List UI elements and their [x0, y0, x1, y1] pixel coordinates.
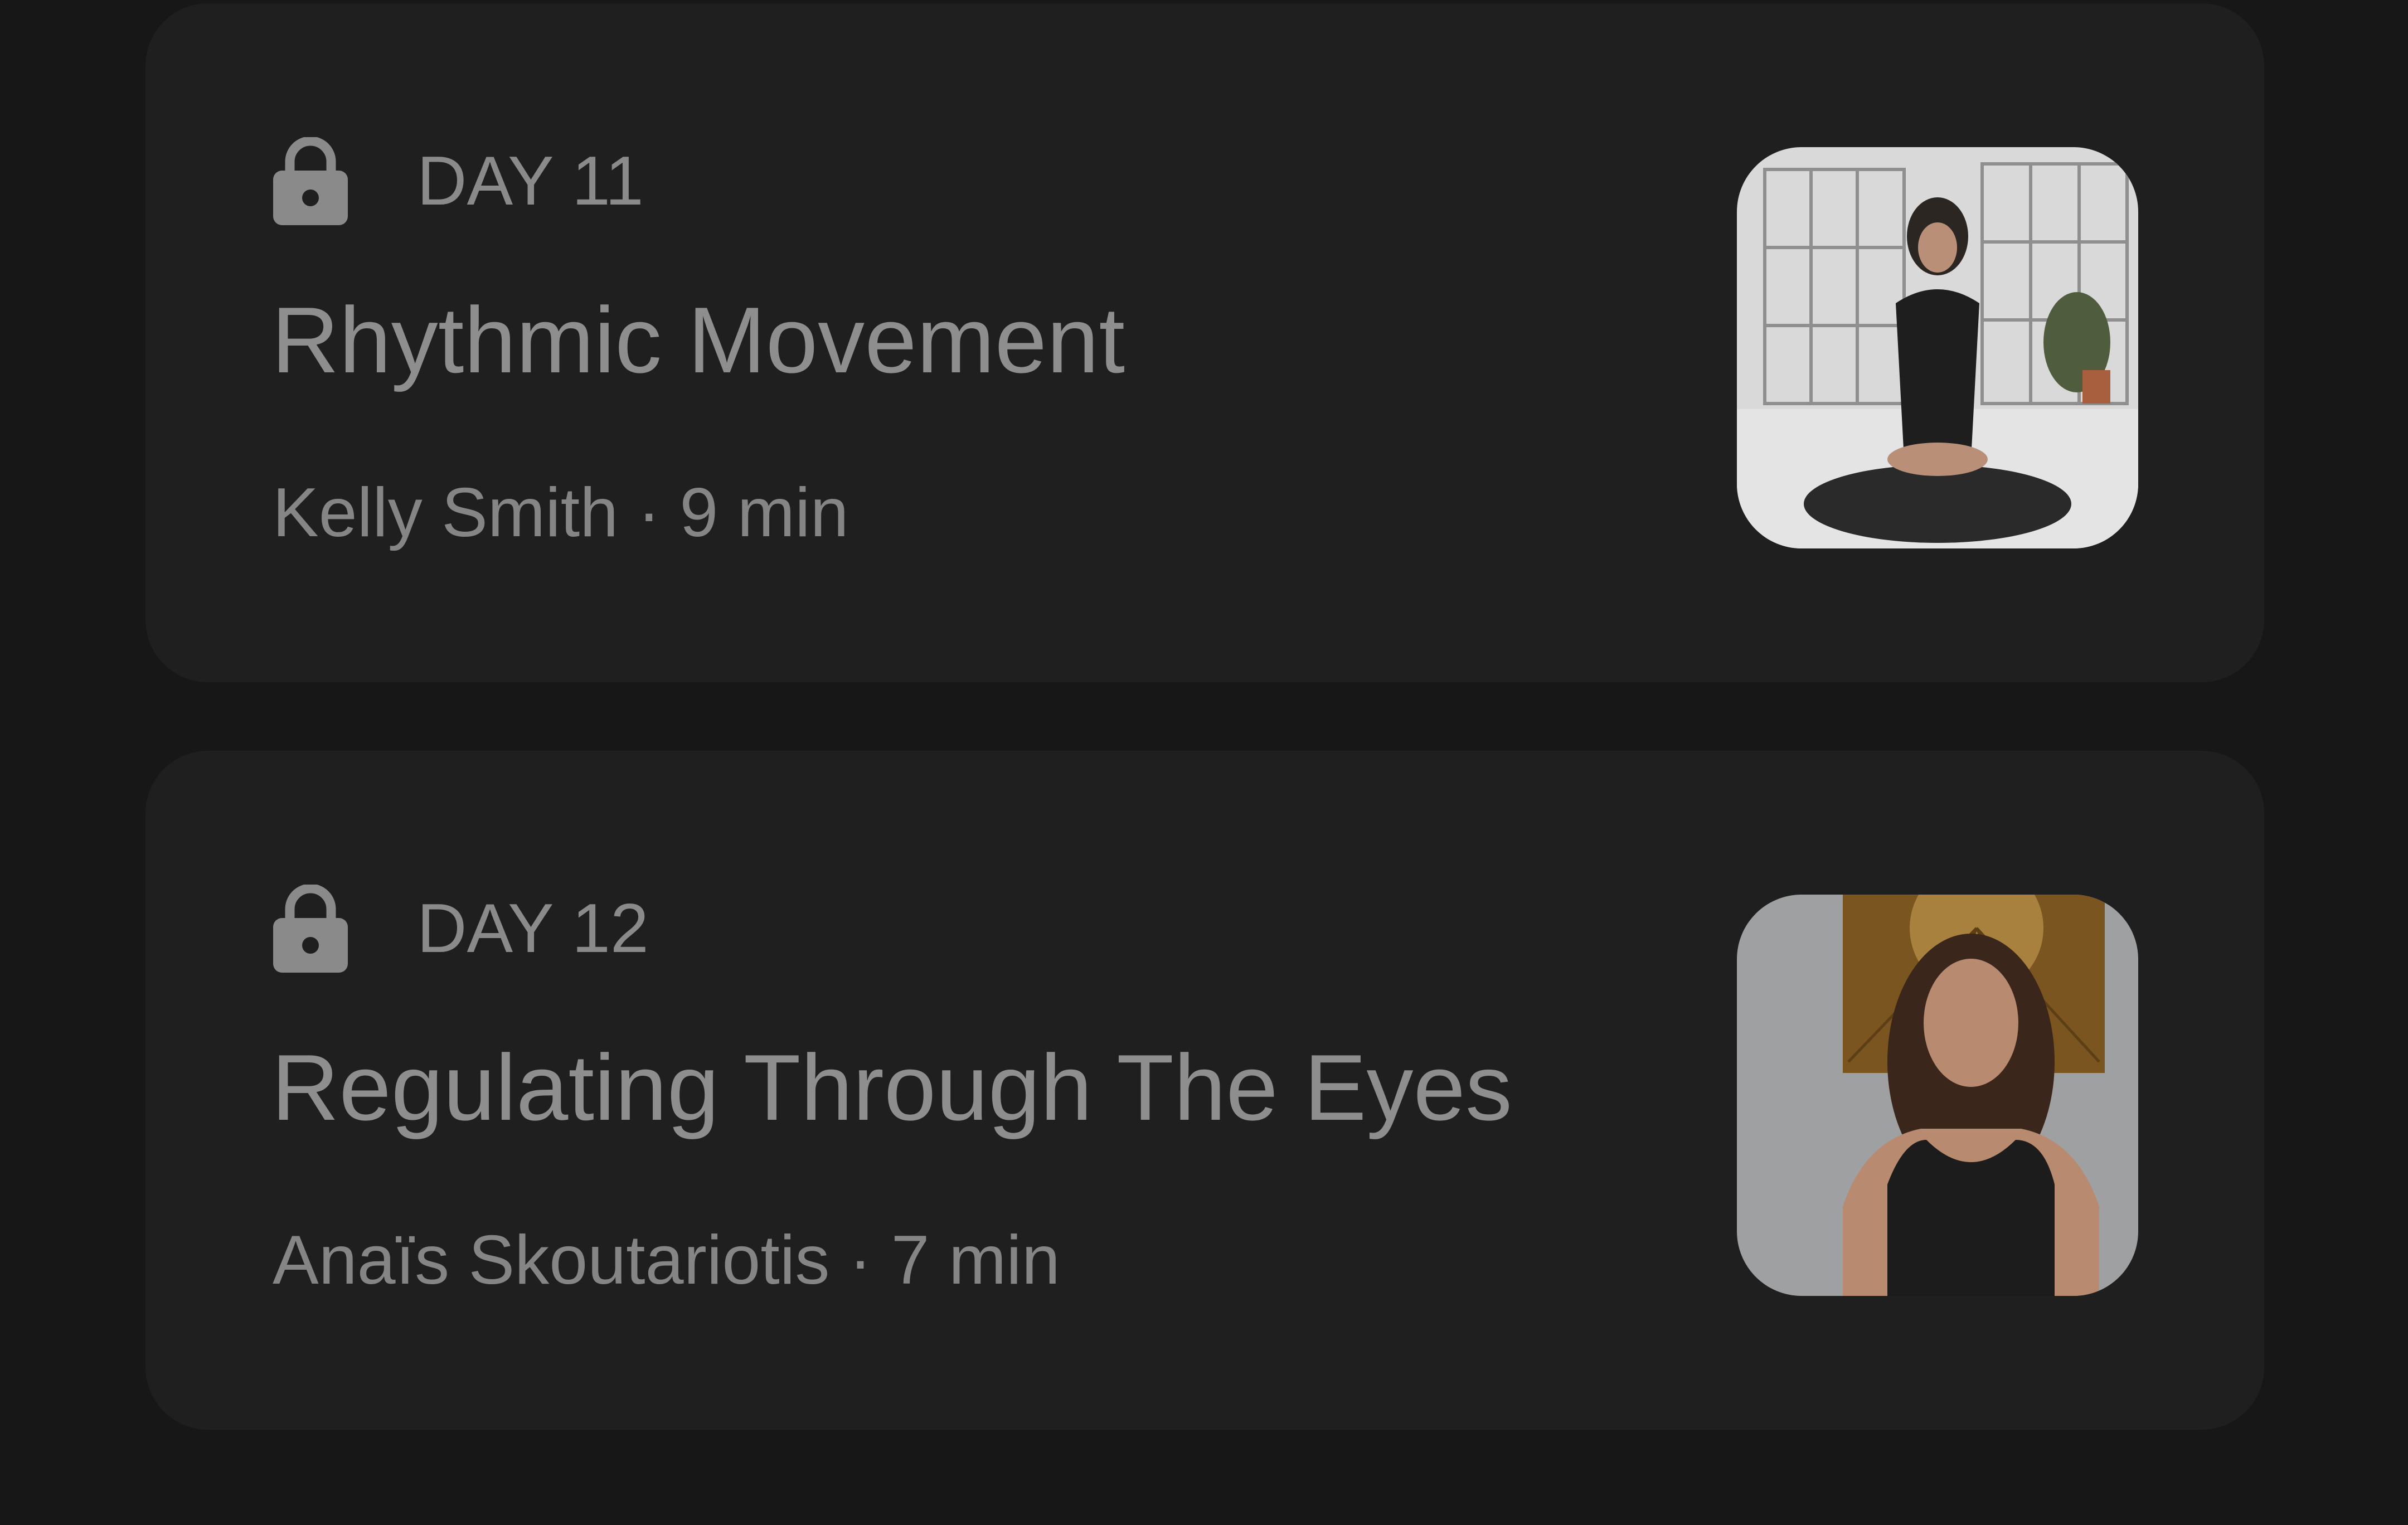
- session-thumbnail: [1737, 895, 2138, 1296]
- session-title: Rhythmic Movement: [271, 288, 1125, 392]
- session-meta: Kelly Smith · 9 min: [273, 474, 849, 551]
- session-card[interactable]: DAY 11 Rhythmic Movement Kelly Smith · 9…: [145, 3, 2264, 682]
- day-label: DAY 11: [417, 143, 644, 220]
- session-meta: Anaïs Skoutariotis · 7 min: [273, 1222, 1060, 1299]
- day-label: DAY 12: [417, 890, 649, 967]
- lock-icon: [273, 885, 348, 973]
- session-list-screen: DAY 11 Rhythmic Movement Kelly Smith · 9…: [0, 0, 2408, 1525]
- day-row: DAY 11: [273, 134, 644, 229]
- day-row: DAY 12: [273, 881, 649, 976]
- session-title: Regulating Through The Eyes: [271, 1035, 1512, 1140]
- session-card[interactable]: DAY 12 Regulating Through The Eyes Anaïs…: [145, 751, 2264, 1430]
- lock-icon: [273, 137, 348, 225]
- session-thumbnail: [1737, 147, 2138, 548]
